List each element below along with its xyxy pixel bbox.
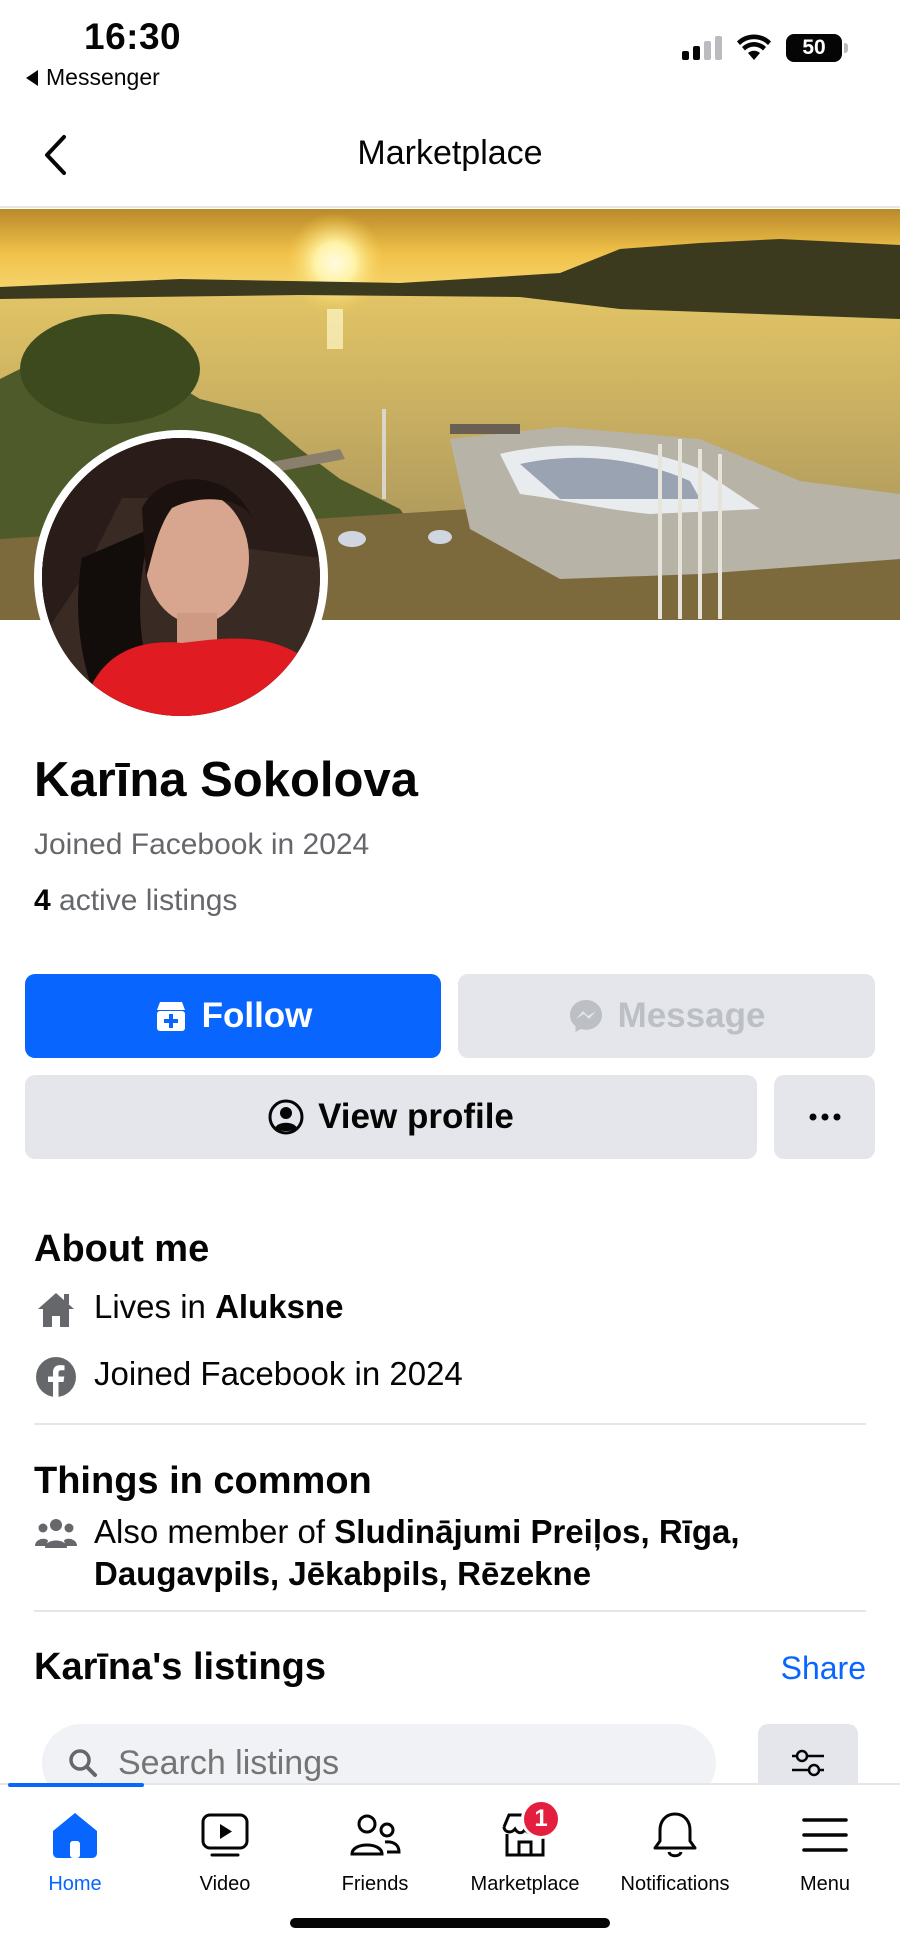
tab-notifications[interactable]: Notifications [600,1807,750,1896]
tab-marketplace[interactable]: 1 Marketplace [450,1799,600,1896]
divider [34,1610,866,1612]
tab-video-label: Video [199,1873,251,1895]
groups-in-common-text: Also member of Sludinājumi Preiļos, Rīga… [94,1511,740,1595]
share-link[interactable]: Share [781,1650,866,1687]
tab-home[interactable]: Home [0,1807,150,1896]
groups-prefix: Also member of [94,1513,326,1550]
tab-friends-label: Friends [341,1873,409,1895]
view-profile-button[interactable]: View profile [25,1075,757,1159]
message-button[interactable]: Message [458,974,875,1058]
profile-avatar[interactable] [34,430,328,724]
more-options-button[interactable] [774,1075,875,1159]
view-profile-label: View profile [318,1097,514,1136]
about-me-heading: About me [34,1228,210,1270]
lives-in-prefix: Lives in [94,1288,206,1325]
wifi-icon [737,34,771,60]
tab-notifications-label: Notifications [620,1873,730,1895]
active-listings-count: 4 [34,884,51,917]
filter-sliders-icon [792,1749,824,1777]
tab-menu[interactable]: Menu [750,1807,900,1896]
user-circle-icon [268,1099,304,1135]
home-icon [34,1288,78,1332]
divider [34,1423,866,1425]
about-joined-text: Joined Facebook in 2024 [94,1355,463,1392]
groups-in-common-row: Also member of Sludinājumi Preiļos, Rīga… [34,1511,740,1595]
tab-friends[interactable]: Friends [300,1807,450,1896]
messenger-icon [569,1000,602,1032]
profile-name: Karīna Sokolova [34,753,418,807]
about-joined-row: Joined Facebook in 2024 [34,1355,463,1399]
search-listings-input[interactable] [118,1743,638,1783]
tab-menu-label: Menu [799,1873,851,1895]
things-in-common-heading: Things in common [34,1460,372,1502]
follow-shop-icon [156,1002,185,1031]
lives-in-city[interactable]: Aluksne [215,1288,343,1325]
joined-date: Joined Facebook in 2024 [34,828,370,861]
bell-icon [645,1807,705,1863]
tab-video[interactable]: Video [150,1807,300,1896]
marketplace-icon: 1 [495,1799,561,1863]
page-title: Marketplace [357,134,543,172]
friends-icon [345,1807,405,1863]
search-icon [69,1749,97,1777]
lives-in-text: Lives in Aluksne [94,1288,343,1326]
follow-button[interactable]: Follow [25,974,441,1058]
back-app-label: Messenger [46,64,160,90]
lives-in-row: Lives in Aluksne [34,1288,343,1332]
group-icon [34,1511,78,1555]
menu-icon [795,1807,855,1863]
groups-list-line2[interactable]: Daugavpils, Jēkabpils, Rēzekne [94,1555,591,1592]
active-listings-label: active listings [59,884,238,917]
home-indicator-bar[interactable] [290,1918,610,1928]
status-icons: 50 [682,34,848,62]
facebook-icon [34,1355,78,1399]
active-listings-summary: 4 active listings [34,884,237,918]
back-triangle-icon [26,69,38,86]
active-tab-indicator [8,1783,144,1787]
video-icon [195,1807,255,1863]
message-label: Message [617,996,766,1035]
nav-header: Marketplace [0,104,900,208]
battery-level: 50 [802,36,826,59]
cellular-signal-icon [682,36,722,60]
battery-icon: 50 [786,34,848,62]
tab-home-label: Home [48,1873,102,1895]
follow-label: Follow [201,996,313,1035]
tab-marketplace-label: Marketplace [470,1873,580,1895]
home-icon [45,1807,105,1863]
listings-heading: Karīna's listings [34,1646,327,1688]
ellipsis-icon [809,1113,840,1121]
marketplace-notification-badge: 1 [521,1799,561,1839]
status-time: 16:30 [84,16,182,57]
back-to-app-link[interactable]: Messenger [26,64,160,91]
groups-list-line1[interactable]: Sludinājumi Preiļos, Rīga, [334,1513,739,1550]
avatar-photo [42,438,320,716]
